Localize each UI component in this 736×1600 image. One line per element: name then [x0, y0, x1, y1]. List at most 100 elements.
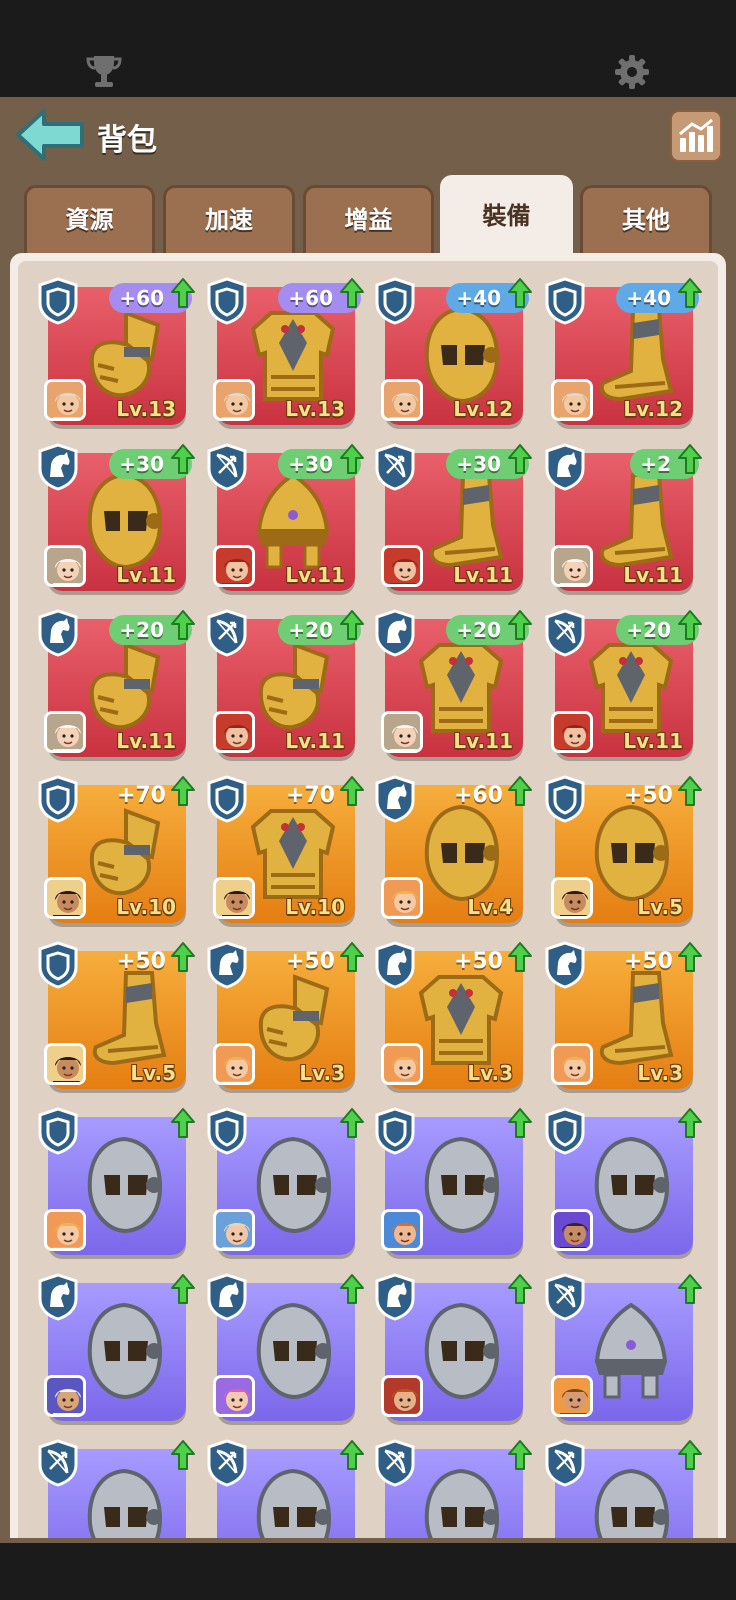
equipment-item[interactable]: [545, 1107, 702, 1255]
equipment-item[interactable]: +30 Lv.11: [375, 443, 532, 591]
horse-type-icon: [205, 941, 249, 989]
shield-type-icon: [543, 1107, 587, 1155]
upgrade-arrow-icon: [170, 941, 196, 973]
upgrade-arrow-icon: [677, 609, 703, 641]
equipment-item[interactable]: [207, 1273, 364, 1421]
upgrade-arrow-icon: [339, 1107, 365, 1139]
upgrade-arrow-icon: [339, 277, 365, 309]
horse-type-icon: [373, 775, 417, 823]
level-label: Lv.4: [467, 895, 513, 919]
gear-icon[interactable]: [612, 52, 652, 92]
shield-type-icon: [205, 277, 249, 325]
horse-type-icon: [205, 1273, 249, 1321]
equipment-item[interactable]: +20 Lv.11: [38, 609, 195, 757]
hero-avatar: [44, 545, 86, 587]
upgrade-arrow-icon: [507, 1273, 533, 1305]
hero-avatar: [213, 1209, 255, 1251]
hero-avatar: [213, 711, 255, 753]
hero-avatar: [381, 1209, 423, 1251]
level-label: Lv.5: [130, 1061, 176, 1085]
level-label: Lv.11: [116, 563, 176, 587]
equipment-item[interactable]: +40 Lv.12: [375, 277, 532, 425]
level-label: Lv.10: [116, 895, 176, 919]
stats-button[interactable]: [670, 110, 722, 162]
page-title: 背包: [97, 123, 157, 158]
equipment-item[interactable]: [38, 1107, 195, 1255]
equipment-item[interactable]: +50 Lv.5: [545, 775, 702, 923]
upgrade-arrow-icon: [339, 609, 365, 641]
upgrade-arrow-icon: [339, 443, 365, 475]
level-label: Lv.11: [623, 729, 683, 753]
hero-avatar: [213, 1043, 255, 1085]
hero-avatar: [213, 545, 255, 587]
helmet-silver-icon: [575, 1461, 687, 1538]
upgrade-arrow-icon: [339, 775, 365, 807]
equipment-item[interactable]: [207, 1439, 364, 1538]
equipment-item[interactable]: +50 Lv.3: [207, 941, 364, 1089]
tab-equipment[interactable]: 裝備: [440, 175, 573, 253]
tab-speedup[interactable]: 加速: [163, 185, 295, 253]
horse-type-icon: [373, 941, 417, 989]
level-label: Lv.11: [623, 563, 683, 587]
upgrade-arrow-icon: [339, 941, 365, 973]
upgrade-arrow-icon: [507, 1439, 533, 1471]
equipment-item[interactable]: +50 Lv.3: [375, 941, 532, 1089]
trophy-icon[interactable]: [84, 52, 124, 92]
equipment-item[interactable]: +2 Lv.11: [545, 443, 702, 591]
hero-avatar: [381, 1375, 423, 1417]
equipment-item[interactable]: +70 Lv.10: [38, 775, 195, 923]
equipment-item[interactable]: [38, 1273, 195, 1421]
equipment-item[interactable]: [375, 1273, 532, 1421]
tab-other[interactable]: 其他: [580, 185, 712, 253]
equipment-item[interactable]: +20 Lv.11: [545, 609, 702, 757]
status-bar: [0, 0, 736, 97]
hero-avatar: [213, 877, 255, 919]
bow-type-icon: [543, 1273, 587, 1321]
hero-avatar: [381, 711, 423, 753]
equipment-item[interactable]: +60 Lv.4: [375, 775, 532, 923]
equipment-item[interactable]: +20 Lv.11: [207, 609, 364, 757]
equipment-item[interactable]: [375, 1439, 532, 1538]
upgrade-arrow-icon: [677, 1107, 703, 1139]
equipment-item[interactable]: [545, 1439, 702, 1538]
equipment-item[interactable]: +30 Lv.11: [207, 443, 364, 591]
level-label: Lv.3: [299, 1061, 345, 1085]
upgrade-arrow-icon: [507, 609, 533, 641]
level-label: Lv.11: [285, 729, 345, 753]
bow-type-icon: [543, 1439, 587, 1487]
hero-avatar: [213, 1375, 255, 1417]
equipment-item[interactable]: +60 Lv.13: [207, 277, 364, 425]
equipment-item[interactable]: [38, 1439, 195, 1538]
equipment-item[interactable]: [545, 1273, 702, 1421]
horse-type-icon: [36, 443, 80, 491]
upgrade-arrow-icon: [170, 609, 196, 641]
hero-avatar: [381, 545, 423, 587]
helmet-silver-icon: [68, 1461, 180, 1538]
equipment-item[interactable]: [207, 1107, 364, 1255]
equipment-item[interactable]: +70 Lv.10: [207, 775, 364, 923]
equipment-item[interactable]: +20 Lv.11: [375, 609, 532, 757]
equipment-item[interactable]: +50 Lv.5: [38, 941, 195, 1089]
tab-boost[interactable]: 增益: [303, 185, 434, 253]
shield-type-icon: [205, 1107, 249, 1155]
helmet-silver-icon: [237, 1461, 349, 1538]
hero-avatar: [551, 1209, 593, 1251]
upgrade-arrow-icon: [677, 1273, 703, 1305]
hero-avatar: [44, 379, 86, 421]
equipment-item[interactable]: +30 Lv.11: [38, 443, 195, 591]
equipment-item[interactable]: [375, 1107, 532, 1255]
level-label: Lv.13: [285, 397, 345, 421]
level-label: Lv.11: [116, 729, 176, 753]
upgrade-arrow-icon: [677, 277, 703, 309]
level-label: Lv.11: [453, 729, 513, 753]
bow-type-icon: [543, 609, 587, 657]
level-label: Lv.3: [637, 1061, 683, 1085]
upgrade-arrow-icon: [507, 775, 533, 807]
shield-type-icon: [36, 941, 80, 989]
equipment-item[interactable]: +50 Lv.3: [545, 941, 702, 1089]
equipment-item[interactable]: +60 Lv.13: [38, 277, 195, 425]
back-button[interactable]: [14, 107, 86, 163]
tab-resources[interactable]: 資源: [24, 185, 155, 253]
upgrade-arrow-icon: [677, 443, 703, 475]
equipment-item[interactable]: +40 Lv.12: [545, 277, 702, 425]
